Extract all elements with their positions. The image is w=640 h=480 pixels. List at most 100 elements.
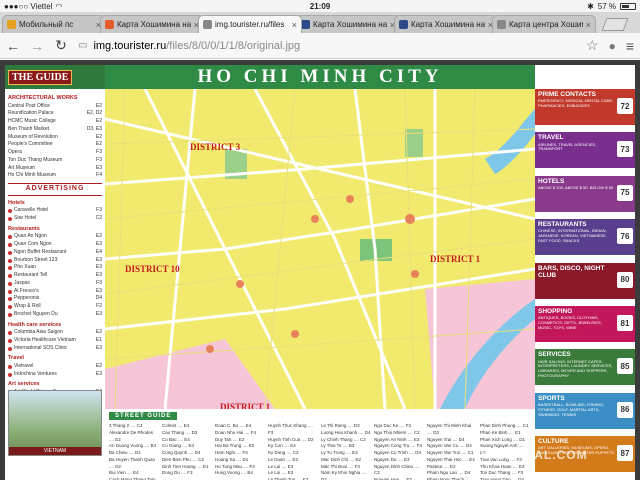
entry-grid-ref: E2 [95,141,102,148]
bluetooth-icon: ✱ [587,1,594,11]
photo-caption: VIETNAM [9,447,101,455]
forward-icon[interactable]: → [30,38,44,54]
entry-marker-icon [8,250,12,255]
sidebar-entry: Star Hotel C2 [8,215,102,223]
entry-marker-icon [8,364,12,369]
entry-name: Museum of Revolution [8,133,58,140]
street-entry: Nam Ky Khoi Nghia .... D2 [321,470,367,480]
tab-title: Карта Хошимина на [313,20,387,29]
street-entry: Hoang Sa .... D1 [215,456,249,462]
street-entry: Nguyen Van Troi .... C1 [427,450,474,455]
sidebar-heading: Restaurants [8,225,40,232]
browser-tab[interactable]: img.tourister.ru/files × [198,15,302,33]
browser-tab[interactable]: Карта Хошимина на × [296,15,400,33]
street-entry: Nguyen Van Cu .... D4 [427,443,472,449]
category-title: SPORTS [538,394,565,402]
entry-marker-icon [8,289,12,294]
browser-tab[interactable]: Мобильный пс × [2,15,106,33]
street-entry: Le Thi Rieng .... D3 [321,423,360,428]
category-page-number: 80 [617,271,633,288]
reload-icon[interactable]: ↻ [54,37,68,54]
entry-grid-ref: F3 [96,149,102,156]
street-entry: Hung Vuong .... B4 [215,470,253,476]
sidebar-entry: People's Committee E2 [8,141,102,149]
street-guide-column: Le Thi Rieng .... D3 Luong Huu Khanh ....… [321,423,371,480]
street-entry: Nguyen An Ninh .... E3 [374,436,420,442]
new-tab-button[interactable] [601,18,629,31]
category-tab: BARS, DISCO, NIGHT CLUB 80 [535,262,635,299]
entry-grid-ref: E2 [95,118,102,125]
street-entry: 3 Thang 2 .... C4 [109,423,143,428]
address-bar[interactable]: ▭ img.tourister.ru/files/8/0/0/1/1/8/ori… [78,37,576,55]
map-drawing [105,89,535,409]
image-viewport: THE GUIDE HO CHI MINH CITY ARCHITECTURAL… [0,60,640,480]
entry-grid-ref: E2, D2 [86,110,102,117]
entry-grid-ref: E2 [95,362,102,369]
category-page-number: 87 [617,445,633,462]
category-tab: SPORTS BASKETBALL, BOWLING, FISHING, FITN… [535,392,635,429]
tab-close-icon[interactable]: × [292,20,297,30]
street-entry: Doan C. Bo .... E4 [215,423,252,428]
tab-close-icon[interactable]: × [586,20,591,30]
street-guide-column: Colmet .... E4 Cao Thang .... D3 Co Bac ..… [162,423,212,477]
entry-name: Pepperonis [14,295,40,302]
entry-name: Opera [8,149,22,156]
street-entry: Nguyen Thai Hoc .... E4 [427,456,475,462]
entry-marker-icon [8,372,12,377]
battery-label: 57 % [597,1,616,11]
browser-tab[interactable]: Карта Хошимина на × [394,15,498,33]
category-tab: TRAVEL AIRLINES, TRAVEL AGENCIES, TRANSPO… [535,132,635,169]
tab-title: Карта центра Хошим [509,20,583,29]
sidebar-entry: Museum of Revolution E2 [8,134,102,142]
category-title: RESTAURANTS [538,221,587,229]
clock: 21:09 [309,1,331,11]
entry-grid-ref: D3, E3 [86,125,102,132]
street-entry: Huynh Thuc Khang .... F3 [268,423,313,435]
entry-grid-ref: F2 [96,303,102,310]
street-entry: Hai Ba Trung .... E2 [215,443,255,449]
map-image[interactable]: THE GUIDE HO CHI MINH CITY ARCHITECTURAL… [5,65,635,480]
entry-marker-icon [8,235,12,240]
entry-name: Quan An Ngon [14,233,47,240]
sidebar-entry: Ho Chi Minh Museum F4 [8,172,102,180]
street-entry: Nguyen Thi Minh Khai .... D3 [427,423,472,435]
entry-name: Victoria Healthcare Vietnam [14,336,76,343]
category-title: BARS, DISCO, NIGHT CLUB [538,264,605,279]
street-guide-column: Nguyen Thi Minh Khai .... D3 Nguyen Trai … [427,423,477,480]
street-entry: Ton Duc Thang .... F3 [480,470,524,476]
city-map: DISTRICT 3 DISTRICT 10 DISTRICT 1 DISTRICT … [105,89,535,409]
menu-icon[interactable]: ≡ [626,38,634,54]
entry-marker-icon [8,243,12,248]
street-entry: Le Loi .... E3 [268,470,294,476]
category-description: HAIR SALONS, INTERNET CAFES, INTERPRETER… [538,358,613,378]
street-entry: Nguyen Dinh Chieu .... C2 [374,463,420,476]
entry-name: Ton Duc Thang Museum [8,156,63,163]
district-label: DISTRICT 10 [125,264,180,274]
street-entry: Mac Dinh Chi .... E2 [321,456,362,462]
sidebar-entry: HCMC Music College E2 [8,118,102,126]
category-index: PRIME CONTACTS EMERGENCY, MEDICAL-DENTAL … [535,89,635,480]
entry-grid-ref: E1 [95,336,102,343]
category-tab: PRIME CONTACTS EMERGENCY, MEDICAL-DENTAL … [535,89,635,125]
category-page-number: 76 [617,228,633,245]
entry-name: Reunification Palace [8,110,54,117]
microphone-icon[interactable]: ● [609,39,616,53]
browser-tab[interactable]: Карта центра Хошим × [492,15,596,33]
sidebar-entry: Vietravel E2 [8,363,102,371]
back-icon[interactable]: ← [6,38,20,54]
entry-grid-ref: E3 [95,344,102,351]
entry-name: HCMC Music College [8,118,56,125]
entry-marker-icon [8,305,12,310]
street-entry: Le Lai .... E3 [268,463,294,469]
sidebar-heading: Hotels [8,199,25,206]
category-page-number: 73 [617,141,633,158]
entry-grid-ref: C2 [95,215,102,222]
entry-name: People's Committee [8,141,53,148]
wifi-icon: ◠ [55,1,63,11]
bookmark-star-icon[interactable]: ☆ [586,37,599,54]
entry-marker-icon [8,209,12,214]
browser-tab[interactable]: Карта Хошимина на × [100,15,204,33]
category-description: ANTIQUES, BOOKS, CLOTHING, COSMETICS, GI… [538,315,602,330]
street-entry: An Duong Vuong .... B4 [109,443,157,449]
street-entry: Thu Khoa Huan .... E3 [480,463,525,469]
